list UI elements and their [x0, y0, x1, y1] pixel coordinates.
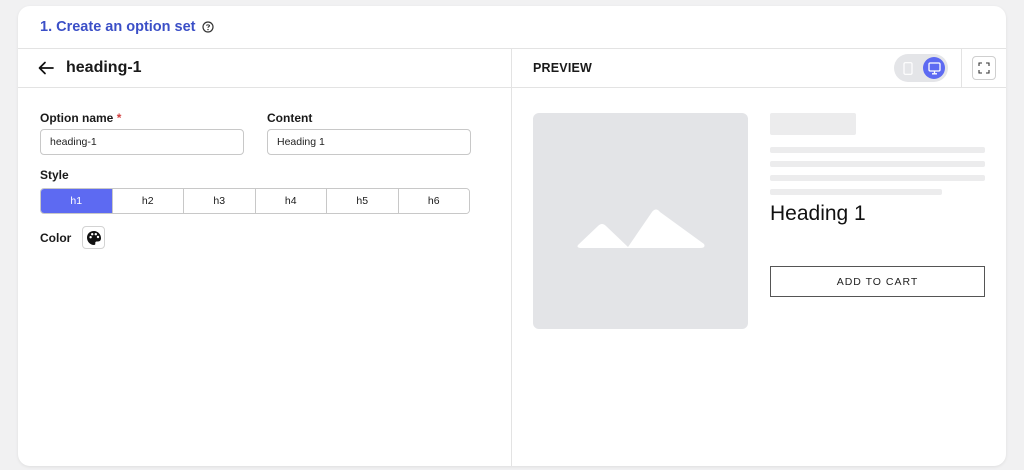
image-placeholder-icon [577, 209, 704, 248]
option-name-input[interactable] [40, 129, 244, 155]
option-name-field: Option name * [40, 111, 244, 155]
mobile-icon[interactable] [897, 57, 919, 79]
content-label: Content [267, 111, 313, 125]
style-label: Style [40, 168, 69, 182]
style-option-h2[interactable]: h2 [112, 189, 184, 213]
preview-label: PREVIEW [533, 61, 593, 75]
option-set-card: 1. Create an option set heading-1 Option… [18, 6, 1006, 466]
style-selector: h1 h2 h3 h4 h5 h6 [40, 188, 470, 214]
style-option-h6[interactable]: h6 [398, 189, 469, 213]
style-option-h5[interactable]: h5 [327, 189, 399, 213]
preview-heading: Heading 1 [770, 202, 866, 225]
desktop-icon[interactable] [923, 57, 945, 79]
device-toggle [894, 54, 948, 82]
question-circle-icon[interactable] [201, 21, 214, 33]
skeleton-line-4 [770, 189, 942, 195]
skeleton-line-3 [770, 175, 985, 181]
image-placeholder [533, 113, 748, 329]
add-to-cart-button[interactable]: ADD TO CART [770, 266, 985, 297]
style-option-h3[interactable]: h3 [184, 189, 256, 213]
skeleton-line-1 [770, 147, 985, 153]
skeleton-line-2 [770, 161, 985, 167]
style-option-h1[interactable]: h1 [41, 189, 113, 213]
preview-header: PREVIEW [512, 49, 1006, 88]
style-option-h4[interactable]: h4 [255, 189, 327, 213]
expand-icon[interactable] [972, 56, 996, 80]
card-header: 1. Create an option set [18, 6, 1006, 49]
header-divider [961, 49, 962, 87]
option-name-label: Option name * [40, 111, 122, 125]
skeleton-title [770, 113, 856, 135]
palette-icon[interactable] [82, 226, 106, 249]
content-input[interactable] [267, 129, 471, 155]
card-title: 1. Create an option set [40, 19, 196, 35]
arrow-left-icon[interactable] [38, 61, 54, 75]
color-label: Color [40, 230, 72, 245]
color-row: Color [40, 226, 489, 249]
option-form: Option name * Content Style h1 h2 h3 h4 … [18, 88, 511, 249]
option-heading: heading-1 [66, 59, 142, 76]
content-field: Content [267, 111, 471, 155]
preview-pane: PREVIEW Heading 1 ADD TO CART [512, 49, 1006, 466]
editor-pane: heading-1 Option name * Content Style h1 [18, 49, 512, 466]
required-mark: * [116, 111, 122, 125]
editor-header: heading-1 [18, 49, 511, 88]
